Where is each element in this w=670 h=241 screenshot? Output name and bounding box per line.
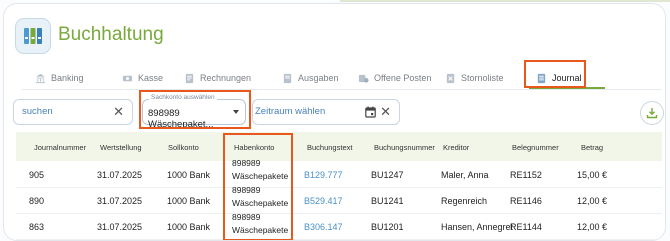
cell-betrag: 12,00 € [577, 222, 608, 232]
tab-label: Offene Posten [374, 73, 432, 83]
table-header: Journalnummer Wertstellung Sollkonto Hab… [16, 132, 662, 161]
col-header-sollkonto: Sollkonto [168, 143, 199, 152]
table-row[interactable]: 905 31.07.2025 1000 Bank B129.777 BU1247… [16, 161, 662, 188]
cell-sollkonto: 1000 Bank [167, 222, 211, 232]
tab-banking[interactable]: Banking [35, 67, 84, 89]
search-input[interactable]: suchen ✕ [13, 99, 133, 125]
cell-belegnummer: RE1144 [510, 222, 542, 232]
tab-stornoliste[interactable]: Stornoliste [445, 67, 504, 89]
main-card: Buchhaltung Banking Kasse Rechnungen Aus… [3, 3, 666, 241]
storno-icon [446, 73, 455, 83]
receipt-icon [283, 73, 292, 83]
tab-label: Rechnungen [200, 73, 252, 83]
tab-rechnungen[interactable]: Rechnungen [184, 67, 251, 89]
search-placeholder: suchen [22, 106, 53, 117]
cell-journalnummer: 890 [29, 196, 45, 206]
cell-journalnummer: 905 [29, 170, 45, 180]
cell-belegnummer: RE1146 [510, 196, 542, 206]
col-header-journalnummer: Journalnummer [34, 143, 87, 152]
cell-buchungstext-link[interactable]: B306.147 [304, 222, 343, 232]
cell-wertstellung: 31.07.2025 [97, 222, 143, 232]
open-items-icon [358, 74, 369, 83]
bank-icon [35, 73, 46, 83]
cell-buchungstext-link[interactable]: B529.417 [304, 196, 343, 206]
clear-search-icon[interactable]: ✕ [113, 105, 124, 118]
binders-icon [15, 18, 51, 54]
table-row[interactable]: 890 31.07.2025 1000 Bank B529.417 BU1241… [16, 187, 662, 214]
col-header-belegnummer: Belegnummer [512, 143, 559, 152]
tab-kasse[interactable]: Kasse [122, 67, 163, 89]
cell-buchungstext-link[interactable]: B129.777 [304, 170, 343, 180]
cell-journalnummer: 863 [29, 222, 45, 232]
highlight-journal-tab [524, 60, 586, 88]
cell-betrag: 12,00 € [577, 196, 608, 206]
col-header-betrag: Betrag [581, 143, 604, 152]
clear-date-icon[interactable]: ✕ [380, 105, 391, 118]
col-header-wertstellung: Wertstellung [100, 143, 142, 152]
calendar-icon[interactable] [365, 106, 376, 118]
cell-betrag: 15,00 € [577, 170, 608, 180]
tab-label: Ausgaben [298, 73, 339, 83]
top-divider [340, 0, 670, 2]
invoice-icon [185, 73, 194, 83]
cash-icon [122, 75, 133, 81]
table-row[interactable]: 863 31.07.2025 1000 Bank B306.147 BU1201… [16, 213, 662, 240]
col-header-kreditor: Kreditor [443, 143, 470, 152]
col-header-buchungstext: Buchungstext [307, 143, 353, 152]
cell-sollkonto: 1000 Bank [167, 170, 211, 180]
cell-kreditor: Hansen, Annegret [441, 222, 514, 232]
cell-belegnummer: RE1152 [510, 170, 542, 180]
cell-buchungsnummer: BU1201 [371, 222, 404, 232]
tab-ausgaben[interactable]: Ausgaben [282, 67, 339, 89]
tab-label: Banking [51, 73, 84, 83]
col-header-buchungsnummer: Buchungsnummer [374, 143, 435, 152]
download-icon [646, 108, 658, 119]
tab-label: Stornoliste [461, 73, 504, 83]
download-button[interactable] [640, 101, 664, 125]
cell-buchungsnummer: BU1247 [371, 170, 404, 180]
tab-divider [22, 89, 662, 90]
highlight-habenkonto-column [223, 133, 293, 240]
cell-wertstellung: 31.07.2025 [97, 196, 143, 206]
cell-wertstellung: 31.07.2025 [97, 170, 143, 180]
cell-sollkonto: 1000 Bank [167, 196, 211, 206]
date-range-placeholder: Zeitraum wählen [255, 106, 326, 117]
cell-kreditor: Regenreich [441, 196, 488, 206]
date-range-input[interactable]: Zeitraum wählen ✕ [252, 99, 400, 125]
cell-buchungsnummer: BU1241 [371, 196, 404, 206]
page-title: Buchhaltung [58, 24, 164, 45]
cell-kreditor: Maler, Anna [441, 170, 489, 180]
highlight-account-select [139, 90, 251, 129]
tab-offene-posten[interactable]: Offene Posten [358, 67, 431, 89]
tab-label: Kasse [138, 73, 164, 83]
